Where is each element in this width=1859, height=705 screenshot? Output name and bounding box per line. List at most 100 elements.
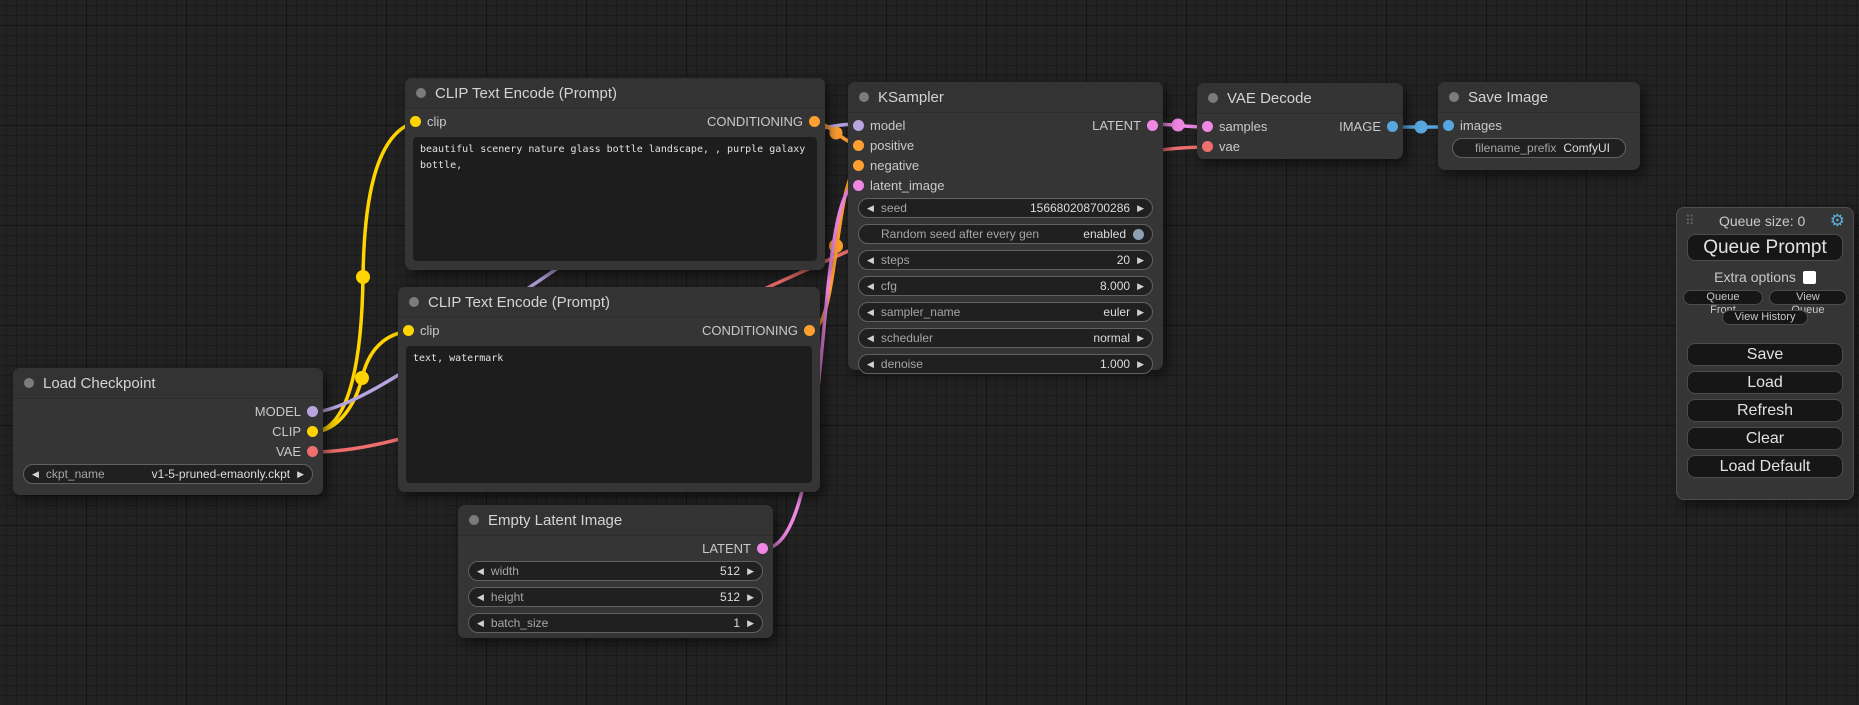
decrement-arrow-icon[interactable]: ◀	[477, 567, 484, 576]
widget-value: euler	[1103, 305, 1130, 319]
prompt-textarea[interactable]: beautiful scenery nature glass bottle la…	[413, 137, 817, 261]
node-title-bar[interactable]: VAE Decode	[1197, 83, 1403, 114]
input-slot-vae[interactable]	[1202, 141, 1213, 152]
widget-steps[interactable]: ◀ steps 20 ▶	[858, 250, 1153, 270]
widget-filename-prefix[interactable]: filename_prefix ComfyUI	[1452, 138, 1626, 158]
node-title-bar[interactable]: CLIP Text Encode (Prompt)	[405, 78, 825, 109]
widget-label: ckpt_name	[46, 467, 105, 481]
decrement-arrow-icon[interactable]: ◀	[477, 593, 484, 602]
increment-arrow-icon[interactable]: ▶	[1137, 256, 1144, 265]
node-title-bar[interactable]: CLIP Text Encode (Prompt)	[398, 287, 820, 318]
slot-row: negative	[848, 155, 1163, 175]
decrement-arrow-icon[interactable]: ◀	[867, 360, 874, 369]
widget-width[interactable]: ◀ width 512 ▶	[468, 561, 763, 581]
node-title-bar[interactable]: Empty Latent Image	[458, 505, 773, 536]
output-slot-conditioning[interactable]	[809, 116, 820, 127]
decrement-arrow-icon[interactable]: ◀	[477, 619, 484, 628]
extra-options-checkbox[interactable]	[1803, 271, 1816, 284]
queue-front-button[interactable]: Queue Front	[1683, 290, 1763, 305]
node-save-image[interactable]: Save Image images filename_prefix ComfyU…	[1438, 82, 1640, 170]
output-slot-conditioning[interactable]	[804, 325, 815, 336]
slot-row: positive	[848, 135, 1163, 155]
decrement-arrow-icon[interactable]: ◀	[867, 256, 874, 265]
collapse-dot-icon[interactable]	[1208, 93, 1218, 103]
widget-cfg[interactable]: ◀ cfg 8.000 ▶	[858, 276, 1153, 296]
widget-sampler-name[interactable]: ◀ sampler_name euler ▶	[858, 302, 1153, 322]
node-empty-latent-image[interactable]: Empty Latent Image LATENT ◀ width 512 ▶ …	[458, 505, 773, 638]
increment-arrow-icon[interactable]: ▶	[747, 567, 754, 576]
drag-handle-icon[interactable]: ⠿	[1685, 214, 1695, 227]
input-slot-negative[interactable]	[853, 160, 864, 171]
decrement-arrow-icon[interactable]: ◀	[867, 334, 874, 343]
increment-arrow-icon[interactable]: ▶	[1137, 282, 1144, 291]
node-title-bar[interactable]: Save Image	[1438, 82, 1640, 113]
clear-button[interactable]: Clear	[1687, 427, 1843, 450]
view-history-button[interactable]: View History	[1722, 310, 1809, 325]
increment-arrow-icon[interactable]: ▶	[297, 470, 304, 479]
widget-scheduler[interactable]: ◀ scheduler normal ▶	[858, 328, 1153, 348]
queue-prompt-button[interactable]: Queue Prompt	[1687, 234, 1843, 261]
collapse-dot-icon[interactable]	[416, 88, 426, 98]
widget-label: filename_prefix	[1475, 141, 1556, 155]
increment-arrow-icon[interactable]: ▶	[1137, 334, 1144, 343]
node-graph-canvas[interactable]: Load Checkpoint MODEL CLIP VAE ◀ ckpt_na…	[0, 0, 1859, 705]
node-title: Save Image	[1468, 89, 1548, 106]
output-label: MODEL	[255, 404, 301, 419]
queue-menu-panel[interactable]: ⠿ Queue size: 0 ⚙ Queue Prompt Extra opt…	[1676, 207, 1854, 500]
widget-batch-size[interactable]: ◀ batch_size 1 ▶	[468, 613, 763, 633]
widget-label: scheduler	[881, 331, 933, 345]
input-slot-clip[interactable]	[410, 116, 421, 127]
load-default-button[interactable]: Load Default	[1687, 455, 1843, 478]
widget-height[interactable]: ◀ height 512 ▶	[468, 587, 763, 607]
output-slot-vae[interactable]	[307, 446, 318, 457]
input-slot-images[interactable]	[1443, 120, 1454, 131]
widget-random-seed-toggle[interactable]: Random seed after every gen enabled	[858, 224, 1153, 244]
widget-denoise[interactable]: ◀ denoise 1.000 ▶	[858, 354, 1153, 374]
output-slot-image[interactable]	[1387, 121, 1398, 132]
increment-arrow-icon[interactable]: ▶	[1137, 308, 1144, 317]
input-slot-latent-image[interactable]	[853, 180, 864, 191]
input-slot-clip[interactable]	[403, 325, 414, 336]
increment-arrow-icon[interactable]: ▶	[747, 593, 754, 602]
view-queue-button[interactable]: View Queue	[1769, 290, 1847, 305]
input-slot-model[interactable]	[853, 120, 864, 131]
widget-ckpt-name[interactable]: ◀ ckpt_name v1-5-pruned-emaonly.ckpt ▶	[23, 464, 313, 484]
save-button[interactable]: Save	[1687, 343, 1843, 366]
refresh-button[interactable]: Refresh	[1687, 399, 1843, 422]
node-load-checkpoint[interactable]: Load Checkpoint MODEL CLIP VAE ◀ ckpt_na…	[13, 368, 323, 495]
node-ksampler[interactable]: KSampler model LATENT positive negative …	[848, 82, 1163, 370]
output-slot-model[interactable]	[307, 406, 318, 417]
node-title-bar[interactable]: KSampler	[848, 82, 1163, 113]
input-slot-samples[interactable]	[1202, 121, 1213, 132]
increment-arrow-icon[interactable]: ▶	[1137, 204, 1144, 213]
increment-arrow-icon[interactable]: ▶	[1137, 360, 1144, 369]
widget-value: 20	[1117, 253, 1130, 267]
collapse-dot-icon[interactable]	[409, 297, 419, 307]
decrement-arrow-icon[interactable]: ◀	[867, 204, 874, 213]
decrement-arrow-icon[interactable]: ◀	[867, 308, 874, 317]
decrement-arrow-icon[interactable]: ◀	[867, 282, 874, 291]
node-title: CLIP Text Encode (Prompt)	[428, 294, 610, 311]
node-title-bar[interactable]: Load Checkpoint	[13, 368, 323, 399]
widget-label: height	[491, 590, 524, 604]
collapse-dot-icon[interactable]	[1449, 92, 1459, 102]
prompt-textarea[interactable]: text, watermark	[406, 346, 812, 483]
input-slot-positive[interactable]	[853, 140, 864, 151]
node-clip-text-encode-negative[interactable]: CLIP Text Encode (Prompt) clip CONDITION…	[398, 287, 820, 492]
input-label: model	[870, 118, 905, 133]
collapse-dot-icon[interactable]	[24, 378, 34, 388]
increment-arrow-icon[interactable]: ▶	[747, 619, 754, 628]
load-button[interactable]: Load	[1687, 371, 1843, 394]
widget-seed[interactable]: ◀ seed 156680208700286 ▶	[858, 198, 1153, 218]
wire-dot	[830, 127, 843, 140]
output-slot-latent[interactable]	[1147, 120, 1158, 131]
node-vae-decode[interactable]: VAE Decode samples IMAGE vae	[1197, 83, 1403, 159]
gear-icon[interactable]: ⚙	[1830, 212, 1845, 229]
toggle-knob-icon[interactable]	[1133, 229, 1144, 240]
decrement-arrow-icon[interactable]: ◀	[32, 470, 39, 479]
output-slot-latent[interactable]	[757, 543, 768, 554]
collapse-dot-icon[interactable]	[859, 92, 869, 102]
output-slot-clip[interactable]	[307, 426, 318, 437]
node-clip-text-encode-positive[interactable]: CLIP Text Encode (Prompt) clip CONDITION…	[405, 78, 825, 270]
collapse-dot-icon[interactable]	[469, 515, 479, 525]
